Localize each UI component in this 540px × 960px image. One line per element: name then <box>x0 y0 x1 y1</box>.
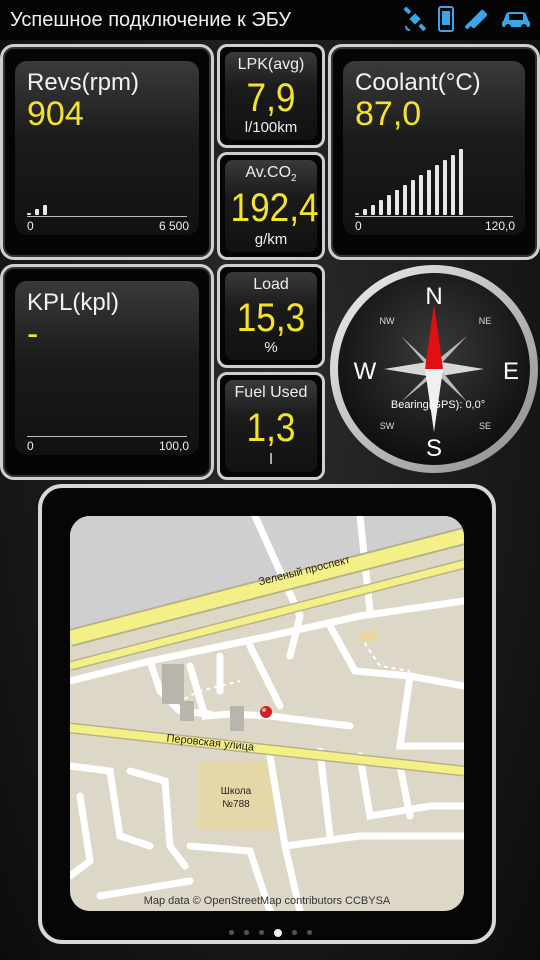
page-dot[interactable] <box>243 930 249 935</box>
revs-value: 904 <box>27 95 84 133</box>
bluetooth-icon <box>464 9 488 30</box>
car-icon <box>502 12 530 30</box>
load-value: 15,3 <box>236 296 306 340</box>
lpk-gauge[interactable]: LPK(avg) 7,9 l/100km <box>217 44 325 148</box>
phone-icon <box>438 6 454 32</box>
compass-se: SE <box>479 421 491 431</box>
coolant-bars <box>355 149 463 215</box>
coolant-min: 0 <box>355 219 362 233</box>
coolant-label: Coolant(°C) <box>355 69 481 96</box>
page-indicator <box>0 929 540 937</box>
map-canvas: Зеленый проспект Перовская улица Школа №… <box>70 516 464 911</box>
compass-north: N <box>425 283 442 310</box>
compass-east: E <box>503 358 519 385</box>
coolant-value: 87,0 <box>355 95 422 133</box>
gps-icon <box>403 6 427 32</box>
page-dot[interactable] <box>228 930 234 935</box>
fuel-used-gauge[interactable]: Fuel Used 1,3 l <box>217 372 325 480</box>
fuel-used-label: Fuel Used <box>234 384 308 401</box>
coolant-max: 120,0 <box>484 219 515 233</box>
revs-bars <box>27 205 47 215</box>
kpl-gauge[interactable]: KPL(kpl) - 0 100,0 <box>0 264 214 480</box>
compass-ne: NE <box>479 316 492 326</box>
kpl-label: KPL(kpl) <box>27 289 120 316</box>
fuel-used-value: 1,3 <box>246 406 296 450</box>
connection-status-text: Успешное подключение к ЭБУ <box>10 8 292 31</box>
revs-axis <box>27 216 187 217</box>
coolant-axis <box>355 216 513 217</box>
fuel-used-unit: l <box>269 451 273 468</box>
compass-gauge[interactable]: N S E W NE NW SE SW Bearing(GPS): 0,0° <box>327 262 540 476</box>
revs-max: 6 500 <box>158 219 189 233</box>
co2-unit: g/km <box>254 231 288 248</box>
kpl-axis <box>27 436 187 437</box>
compass-sw: SW <box>380 421 395 431</box>
co2-label: Av.CO2 <box>245 164 297 185</box>
lpk-label: LPK(avg) <box>237 56 305 73</box>
lpk-unit: l/100km <box>244 119 298 136</box>
revs-min: 0 <box>27 219 34 233</box>
co2-value: 192,4 <box>230 186 319 230</box>
load-gauge[interactable]: Load 15,3 % <box>217 264 325 368</box>
page-dot[interactable] <box>291 930 297 935</box>
load-label: Load <box>253 276 289 293</box>
co2-gauge[interactable]: Av.CO2 192,4 g/km <box>217 152 325 260</box>
lpk-value: 7,9 <box>246 76 296 120</box>
kpl-max: 100,0 <box>158 439 189 453</box>
school-label-line2: №788 <box>222 799 250 810</box>
compass-nw: NW <box>380 316 395 326</box>
load-unit: % <box>264 339 278 356</box>
location-marker[interactable] <box>260 706 272 718</box>
page-dot[interactable] <box>258 930 264 935</box>
status-icons <box>402 6 532 32</box>
map-view[interactable]: Зеленый проспект Перовская улица Школа №… <box>70 516 464 911</box>
revs-gauge[interactable]: Revs(rpm) 904 0 6 500 <box>0 44 214 260</box>
compass-bearing: Bearing(GPS): 0,0° <box>391 399 485 411</box>
kpl-min: 0 <box>27 439 34 453</box>
kpl-value: - <box>27 315 39 353</box>
compass-west: W <box>354 358 377 385</box>
compass-south: S <box>426 435 442 462</box>
page-dot[interactable] <box>306 930 312 935</box>
map-attribution: Map data © OpenStreetMap contributors CC… <box>143 895 391 907</box>
coolant-gauge[interactable]: Coolant(°C) 87,0 0 120,0 <box>328 44 540 260</box>
page-dot-active[interactable] <box>273 929 282 937</box>
school-label-line1: Школа <box>221 786 252 797</box>
revs-label: Revs(rpm) <box>27 69 139 96</box>
status-bar: Успешное подключение к ЭБУ <box>0 0 540 40</box>
